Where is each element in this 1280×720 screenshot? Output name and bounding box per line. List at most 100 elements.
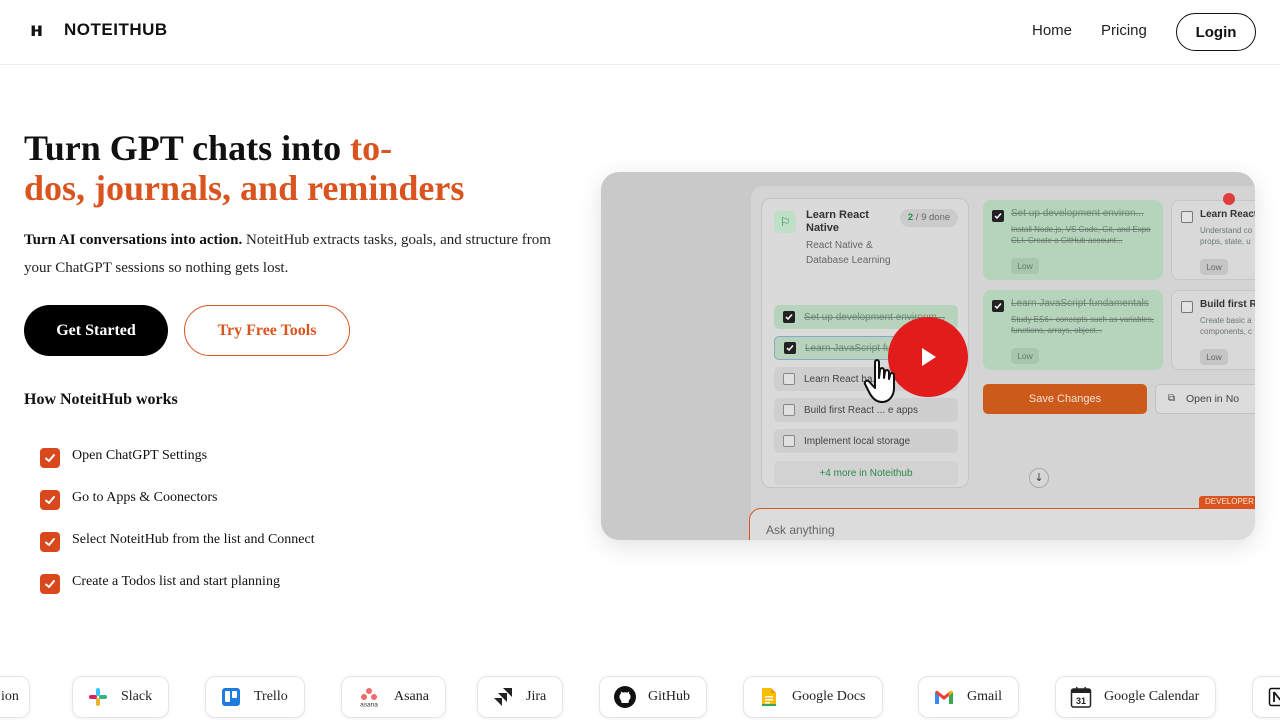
integration-chip-github[interactable]: GitHub <box>599 676 707 718</box>
card-title: Build first R <box>1200 299 1255 310</box>
checkbox-icon <box>1181 211 1193 223</box>
get-started-button[interactable]: Get Started <box>24 305 168 356</box>
project-title: Learn React Native <box>806 209 869 234</box>
task-text: Implement local storage <box>804 435 911 447</box>
site-header: ʜ NOTEITHUB Home Pricing Login <box>0 0 1280 65</box>
hero-title-main: Turn GPT chats into <box>24 128 351 168</box>
flag-icon: ⚐ <box>774 211 796 233</box>
step-label: Open ChatGPT Settings <box>72 448 208 463</box>
try-free-tools-button[interactable]: Try Free Tools <box>184 305 350 356</box>
checkbox-icon <box>783 404 795 416</box>
card-title: Learn React <box>1200 209 1255 220</box>
integration-chip-trello[interactable]: Trello <box>205 676 305 718</box>
card-description: Study ES6+ concepts such as variables, f… <box>1011 315 1154 335</box>
nav-home-link[interactable]: Home <box>1032 22 1072 39</box>
task-card: Learn JavaScript fundamentals Study ES6+… <box>983 290 1163 370</box>
integration-label: GitHub <box>648 689 690 704</box>
svg-text:asana: asana <box>360 702 378 709</box>
integration-label: ion <box>1 689 19 704</box>
hand-cursor-icon <box>863 359 895 403</box>
demo-video-player[interactable]: ⚐ Learn React Native React Native & Data… <box>601 172 1255 540</box>
step-item: Select NoteitHub from the list and Conne… <box>40 516 315 558</box>
open-in-noteithub-button: ⧉ Open in No <box>1155 384 1255 414</box>
integration-chip-google-docs[interactable]: Google Docs <box>743 676 883 718</box>
card-description: Create basic a components, c <box>1200 316 1253 336</box>
brand-name: NOTEITHUB <box>64 20 168 39</box>
integration-chip-slack[interactable]: Slack <box>72 676 170 718</box>
hero-subtitle-bold: Turn AI conversations into action. <box>24 232 243 248</box>
integration-chip-google-calendar[interactable]: 31 Google Calendar <box>1055 676 1217 718</box>
checkbox-checked-icon <box>992 210 1004 222</box>
card-title: Learn JavaScript fundamentals <box>1011 298 1149 309</box>
brand-logo[interactable]: ʜ NOTEITHUB <box>30 20 168 40</box>
trello-icon <box>220 686 242 708</box>
ask-anything-bar: Ask anything <box>749 508 1255 540</box>
nav-pricing-link[interactable]: Pricing <box>1101 22 1147 39</box>
how-it-works-steps: Open ChatGPT Settings Go to Apps & Coone… <box>40 432 315 600</box>
checkmark-icon <box>40 574 60 594</box>
jira-icon <box>492 686 514 708</box>
integration-label: Google Calendar <box>1104 689 1200 704</box>
save-changes-button: Save Changes <box>983 384 1147 414</box>
done-total: / 9 done <box>915 212 951 223</box>
slack-icon <box>87 686 109 708</box>
checkbox-icon <box>1181 301 1193 313</box>
integration-label: Slack <box>121 689 153 704</box>
google-calendar-icon: 31 <box>1070 686 1092 708</box>
step-item: Open ChatGPT Settings <box>40 432 315 474</box>
checkbox-icon <box>783 435 795 447</box>
developer-tag: DEVELOPER <box>1199 496 1255 508</box>
integration-chip-gmail[interactable]: Gmail <box>918 676 1019 718</box>
task-card: Build first R Create basic a components,… <box>1171 290 1255 370</box>
notion-icon <box>1267 686 1280 708</box>
how-it-works-title: How NoteitHub works <box>24 391 178 408</box>
checkbox-checked-icon <box>992 300 1004 312</box>
hero-title: Turn GPT chats into to-dos, journals, an… <box>24 128 584 208</box>
more-in-noteithub-link: +4 more in Noteithub <box>774 461 958 485</box>
integration-label: Google Docs <box>792 689 866 704</box>
integration-chip-asana[interactable]: asana Asana <box>341 676 446 718</box>
record-dot-icon <box>1223 193 1235 205</box>
card-description: Install Node.js, VS Code, Git, and Expo … <box>1011 225 1151 245</box>
project-subtitle: React Native & Database Learning <box>806 240 891 266</box>
hero-title-accent-a: to- <box>350 128 393 168</box>
play-icon <box>922 348 936 366</box>
card-description: Understand co props, state, u <box>1200 226 1253 246</box>
priority-badge: Low <box>1200 259 1228 275</box>
card-title: Set up development environ... <box>1011 208 1144 219</box>
login-button[interactable]: Login <box>1176 13 1256 51</box>
arrow-down-icon: ↓ <box>1029 468 1049 488</box>
asana-icon: asana <box>356 686 382 708</box>
priority-badge: Low <box>1011 258 1039 274</box>
integration-label: Asana <box>394 689 429 704</box>
github-icon <box>614 686 636 708</box>
integration-chip-notion-next[interactable] <box>1252 676 1280 718</box>
checkmark-icon <box>40 532 60 552</box>
ask-placeholder: Ask anything <box>766 523 835 537</box>
priority-badge: Low <box>1011 348 1039 364</box>
integration-label: Jira <box>526 689 547 704</box>
google-docs-icon <box>758 686 780 708</box>
step-label: Select NoteitHub from the list and Conne… <box>72 532 315 547</box>
task-card: Set up development environ... Install No… <box>983 200 1163 280</box>
hero-subtitle: Turn AI conversations into action. Notei… <box>24 226 569 282</box>
logo-mark-icon: ʜ <box>30 19 44 41</box>
integrations-strip: ion Slack Trello asana Asana Jira GitHub… <box>0 676 1280 720</box>
step-label: Go to Apps & Coonectors <box>72 490 218 505</box>
step-item: Go to Apps & Coonectors <box>40 474 315 516</box>
integration-chip-jira[interactable]: Jira <box>477 676 564 718</box>
gmail-icon <box>933 686 955 708</box>
checkmark-icon <box>40 490 60 510</box>
hero-title-accent-b: dos, journals, and reminders <box>24 168 465 208</box>
integration-chip-notion[interactable]: ion <box>0 676 30 718</box>
calendar-day: 31 <box>1076 696 1086 706</box>
external-link-icon: ⧉ <box>1168 393 1176 404</box>
open-label: Open in No <box>1186 393 1240 405</box>
priority-badge: Low <box>1200 349 1228 365</box>
checkbox-checked-icon <box>784 342 796 354</box>
step-item: Create a Todos list and start planning <box>40 558 315 600</box>
task-text: Build first React ... e apps <box>804 404 918 416</box>
integration-label: Trello <box>254 689 288 704</box>
done-count-badge: 2 / 9 done <box>900 209 958 227</box>
step-label: Create a Todos list and start planning <box>72 574 280 589</box>
